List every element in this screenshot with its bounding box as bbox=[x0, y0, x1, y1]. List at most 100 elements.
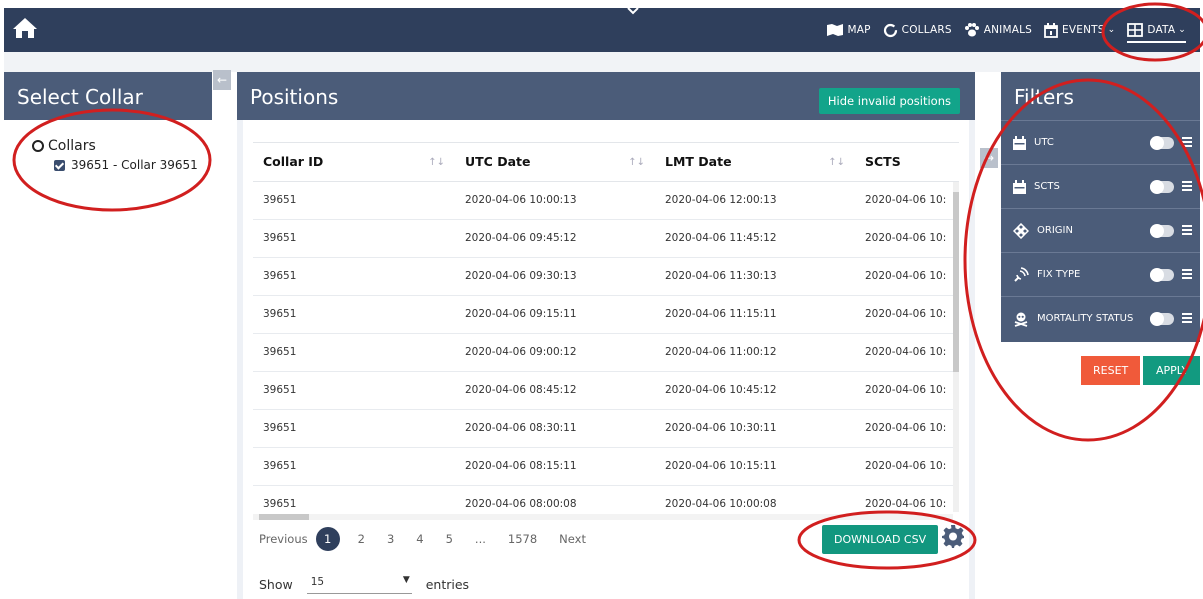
collapse-filters-button[interactable]: → bbox=[980, 148, 998, 168]
filter-mortality-status[interactable]: MORTALITY STATUS bbox=[1001, 296, 1200, 340]
pagination-page-4[interactable]: 4 bbox=[416, 532, 423, 546]
column-header-scts[interactable]: SCTS bbox=[855, 143, 959, 182]
home-icon[interactable] bbox=[12, 16, 38, 40]
entries-per-page-value: 15 bbox=[310, 576, 325, 588]
filter-label: FIX TYPE bbox=[1037, 269, 1081, 280]
vertical-scrollbar[interactable] bbox=[953, 182, 959, 512]
chevron-down-icon[interactable] bbox=[626, 6, 640, 16]
apply-filters-button[interactable]: APPLY bbox=[1143, 356, 1200, 385]
entries-label: entries bbox=[425, 576, 470, 592]
menu-icon[interactable] bbox=[1182, 269, 1192, 279]
cell-collar-id: 39651 bbox=[253, 333, 455, 372]
table-row: 39651 2020-04-06 08:45:12 2020-04-06 10:45… bbox=[253, 371, 959, 410]
cell-utc-date: 2020-04-06 08:00:08 bbox=[455, 485, 655, 514]
cell-utc-date: 2020-04-06 10:00:13 bbox=[455, 181, 655, 220]
reset-filters-button[interactable]: RESET bbox=[1081, 356, 1141, 385]
menu-icon[interactable] bbox=[1182, 225, 1192, 235]
menu-icon[interactable] bbox=[1182, 181, 1192, 191]
filter-toggle[interactable] bbox=[1150, 224, 1174, 238]
grid-icon bbox=[1127, 23, 1144, 37]
sort-icon[interactable]: ↑↓ bbox=[428, 157, 445, 168]
nav-collars[interactable]: COLLARS bbox=[883, 8, 952, 52]
entries-per-page-select[interactable]: 15 ▼ bbox=[306, 574, 412, 594]
origin-icon bbox=[1013, 222, 1029, 239]
pagination: Previous 1 2 3 4 5 ... 1578 Next bbox=[259, 527, 608, 551]
tree-item-collar-39651[interactable]: 39651 - Collar 39651 bbox=[54, 158, 212, 172]
tree-root-collars[interactable]: Collars bbox=[32, 138, 212, 154]
chevron-down-icon: ⌄ bbox=[1178, 25, 1186, 35]
table-row: 39651 2020-04-06 08:15:11 2020-04-06 10:15… bbox=[253, 447, 959, 486]
nav-data-label: DATA bbox=[1147, 24, 1176, 36]
sort-icon[interactable]: ↑↓ bbox=[828, 157, 845, 168]
positions-panel: Positions Hide invalid positions Collar … bbox=[237, 72, 975, 599]
nav-events-label: EVENTS bbox=[1062, 24, 1105, 36]
cell-scts: 2020-04-06 10: bbox=[855, 409, 959, 448]
cell-collar-id: 39651 bbox=[253, 257, 455, 296]
menu-icon[interactable] bbox=[1182, 137, 1192, 147]
pagination-page-5[interactable]: 5 bbox=[446, 532, 453, 546]
filter-toggle[interactable] bbox=[1150, 180, 1174, 194]
cell-utc-date: 2020-04-06 09:15:11 bbox=[455, 295, 655, 334]
column-header-collar-id[interactable]: Collar ID ↑↓ bbox=[253, 143, 455, 182]
filter-toggle[interactable] bbox=[1150, 268, 1174, 282]
column-header-lmt-date[interactable]: LMT Date ↑↓ bbox=[655, 143, 855, 182]
calendar-icon bbox=[1013, 135, 1026, 150]
pagination-page-1[interactable]: 1 bbox=[315, 527, 340, 551]
cell-collar-id: 39651 bbox=[253, 371, 455, 410]
positions-table: Collar ID ↑↓ UTC Date ↑↓ LMT Date ↑↓ SCTS 3… bbox=[253, 143, 959, 514]
select-collar-title: Select Collar bbox=[4, 72, 212, 120]
checkbox-checked-icon[interactable] bbox=[54, 159, 65, 171]
cell-lmt-date: 2020-04-06 12:00:13 bbox=[655, 181, 855, 220]
filter-utc[interactable]: UTC bbox=[1001, 120, 1200, 164]
table-row: 39651 2020-04-06 08:30:11 2020-04-06 10:30… bbox=[253, 409, 959, 448]
cell-utc-date: 2020-04-06 08:30:11 bbox=[455, 409, 655, 448]
filters-title: Filters bbox=[1014, 85, 1074, 109]
cell-collar-id: 39651 bbox=[253, 219, 455, 258]
show-label: Show bbox=[259, 576, 293, 592]
filter-fix-type[interactable]: FIX TYPE bbox=[1001, 252, 1200, 296]
table-row: 39651 2020-04-06 09:00:12 2020-04-06 11:00… bbox=[253, 333, 959, 372]
sort-icon[interactable]: ↑↓ bbox=[628, 157, 645, 168]
menu-icon[interactable] bbox=[1182, 313, 1192, 323]
scrollbar-thumb[interactable] bbox=[259, 514, 309, 520]
pagination-page-3[interactable]: 3 bbox=[387, 532, 394, 546]
nav-collars-label: COLLARS bbox=[901, 24, 952, 36]
filter-origin[interactable]: ORIGIN bbox=[1001, 208, 1200, 252]
map-icon bbox=[827, 24, 844, 36]
horizontal-scrollbar[interactable] bbox=[253, 514, 953, 520]
cell-scts: 2020-04-06 10: bbox=[855, 219, 959, 258]
collapse-left-panel-button[interactable]: ← bbox=[213, 70, 231, 90]
hide-invalid-positions-button[interactable]: Hide invalid positions bbox=[818, 88, 960, 114]
filter-toggle[interactable] bbox=[1150, 136, 1174, 150]
cell-scts: 2020-04-06 10: bbox=[855, 295, 959, 334]
collar-ring-icon bbox=[883, 23, 897, 37]
filter-scts[interactable]: SCTS bbox=[1001, 164, 1200, 208]
calendar-icon bbox=[1013, 179, 1026, 194]
download-csv-button[interactable]: DOWNLOAD CSV bbox=[822, 525, 939, 554]
filter-toggle[interactable] bbox=[1150, 312, 1174, 326]
table-row: 39651 2020-04-06 08:00:08 2020-04-06 10:00… bbox=[253, 485, 959, 514]
cell-scts: 2020-04-06 10: bbox=[855, 181, 959, 220]
collar-ring-icon bbox=[32, 140, 44, 152]
cell-lmt-date: 2020-04-06 10:30:11 bbox=[655, 409, 855, 448]
gear-icon[interactable] bbox=[941, 524, 965, 548]
cell-lmt-date: 2020-04-06 10:45:12 bbox=[655, 371, 855, 410]
nav-map[interactable]: MAP bbox=[827, 8, 870, 52]
column-header-utc-date[interactable]: UTC Date ↑↓ bbox=[455, 143, 655, 182]
cell-lmt-date: 2020-04-06 10:15:11 bbox=[655, 447, 855, 486]
cell-collar-id: 39651 bbox=[253, 485, 455, 514]
page-length-control: Show 15 ▼ entries bbox=[259, 574, 469, 594]
cell-collar-id: 39651 bbox=[253, 447, 455, 486]
pagination-previous[interactable]: Previous bbox=[259, 532, 308, 546]
pagination-page-last[interactable]: 1578 bbox=[508, 532, 537, 546]
pagination-next[interactable]: Next bbox=[559, 532, 586, 546]
nav-animals[interactable]: ANIMALS bbox=[964, 8, 1032, 52]
pagination-page-2[interactable]: 2 bbox=[358, 532, 365, 546]
positions-table-wrapper: Collar ID ↑↓ UTC Date ↑↓ LMT Date ↑↓ SCTS 3… bbox=[253, 142, 959, 514]
cell-utc-date: 2020-04-06 08:45:12 bbox=[455, 371, 655, 410]
cell-scts: 2020-04-06 10: bbox=[855, 485, 959, 514]
nav-data[interactable]: DATA ⌄ bbox=[1127, 8, 1186, 52]
nav-animals-label: ANIMALS bbox=[983, 24, 1033, 36]
scrollbar-thumb[interactable] bbox=[953, 192, 959, 372]
nav-events[interactable]: EVENTS ⌄ bbox=[1044, 8, 1115, 52]
